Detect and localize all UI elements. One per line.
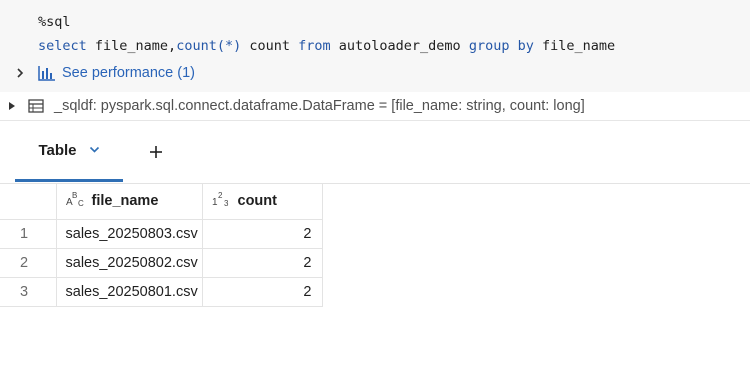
- dataframe-schema-row: _sqldf: pyspark.sql.connect.dataframe.Da…: [0, 92, 750, 121]
- table-header-row: A B C file_name 1 2 3 count: [0, 183, 323, 220]
- table-row[interactable]: 3 sales_20250801.csv 2: [0, 276, 323, 307]
- table-row[interactable]: 1 sales_20250803.csv 2: [0, 218, 323, 249]
- code-editor[interactable]: %sql select file_name,count(*) count from…: [38, 10, 615, 58]
- column-label: file_name: [91, 192, 159, 209]
- column-header-count[interactable]: 1 2 3 count: [201, 183, 323, 220]
- plus-icon: [150, 146, 162, 158]
- performance-row: See performance (1): [10, 62, 195, 84]
- number-type-icon: 1 2 3: [212, 191, 232, 211]
- code-line-magic: %sql: [38, 14, 71, 30]
- see-performance-label: See performance (1): [62, 65, 195, 81]
- code-token: count: [241, 38, 299, 54]
- code-token: count: [176, 38, 217, 54]
- tab-table[interactable]: Table: [15, 121, 123, 182]
- cell-source[interactable]: %sql select file_name,count(*) count from…: [0, 0, 750, 92]
- cell-count[interactable]: 2: [201, 276, 323, 307]
- add-tab-button[interactable]: [143, 139, 169, 165]
- chevron-down-icon[interactable]: [89, 146, 100, 154]
- code-token: select: [38, 38, 87, 54]
- column-label: count: [237, 192, 277, 209]
- code-line-query: select file_name,count(*) count from aut…: [38, 34, 615, 58]
- code-token: (*): [216, 38, 242, 54]
- results-tab-bar: Table: [0, 121, 750, 184]
- svg-text:C: C: [78, 199, 84, 207]
- cell-file-name[interactable]: sales_20250803.csv: [55, 218, 203, 249]
- chevron-right-icon[interactable]: [10, 63, 30, 83]
- cell-count[interactable]: 2: [201, 218, 323, 249]
- code-token: group by: [468, 38, 534, 54]
- results-table[interactable]: A B C file_name 1 2 3 count 1 sales_2025…: [0, 183, 323, 307]
- string-type-icon: A B C: [66, 191, 86, 211]
- column-header-file-name[interactable]: A B C file_name: [55, 183, 203, 220]
- row-index: 2: [0, 247, 57, 278]
- row-index: 3: [0, 276, 57, 307]
- see-performance-link[interactable]: See performance (1): [38, 65, 195, 81]
- bar-chart-icon: [38, 66, 55, 81]
- cell-file-name[interactable]: sales_20250801.csv: [55, 276, 203, 307]
- tab-table-label: Table: [38, 141, 77, 159]
- dataframe-schema-text: _sqldf: pyspark.sql.connect.dataframe.Da…: [54, 98, 585, 114]
- row-index-header: [0, 183, 57, 220]
- code-token: autoloader_demo: [330, 38, 469, 54]
- code-token: file_name,: [86, 38, 177, 54]
- row-index: 1: [0, 218, 57, 249]
- svg-text:3: 3: [224, 199, 229, 207]
- code-token: file_name: [533, 38, 616, 54]
- cell-file-name[interactable]: sales_20250802.csv: [55, 247, 203, 278]
- svg-text:B: B: [72, 191, 77, 200]
- table-row[interactable]: 2 sales_20250802.csv 2: [0, 247, 323, 278]
- svg-text:2: 2: [218, 191, 223, 200]
- cell-count[interactable]: 2: [201, 247, 323, 278]
- dataframe-icon: [28, 99, 44, 113]
- caret-right-icon[interactable]: [8, 101, 22, 111]
- code-token: from: [298, 38, 331, 54]
